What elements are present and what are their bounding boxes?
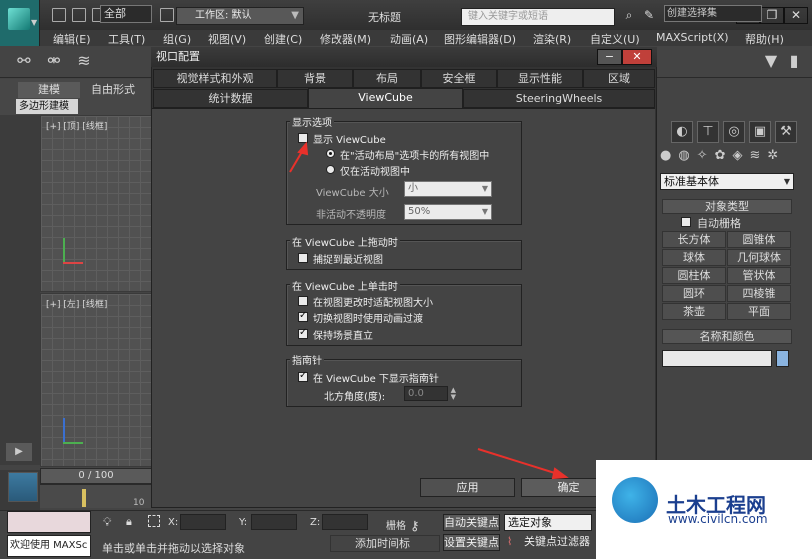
watermark: 土木工程网 www.civilcn.com (596, 460, 812, 559)
arrow-ok-line (477, 448, 559, 475)
red-arrows-group (289, 141, 569, 480)
arrow-ok-head (551, 467, 569, 480)
watermark-url: www.civilcn.com (668, 512, 768, 526)
watermark-logo-icon (612, 477, 658, 523)
arrow-show-viewcube-head (297, 141, 309, 156)
